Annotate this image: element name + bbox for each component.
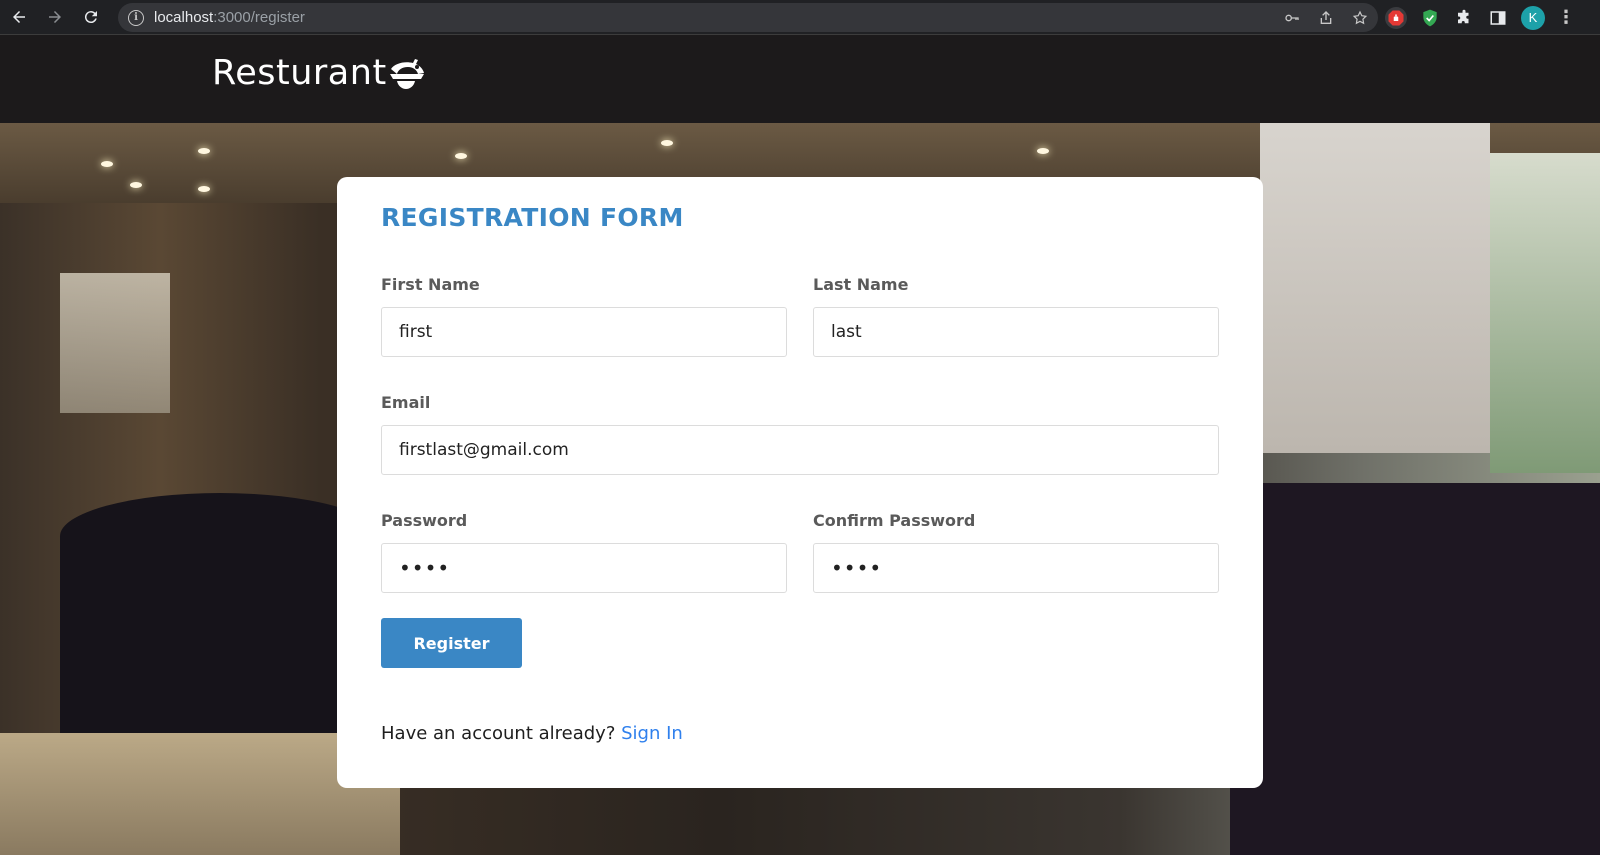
reload-icon bbox=[84, 11, 97, 24]
side-panel-icon[interactable] bbox=[1487, 7, 1509, 29]
registration-card: REGISTRATION FORM First Name first Last … bbox=[337, 177, 1263, 788]
email-label: Email bbox=[381, 393, 431, 412]
url-host: localhost bbox=[154, 9, 214, 26]
first-name-label: First Name bbox=[381, 275, 480, 294]
extension-shield-icon[interactable] bbox=[1419, 7, 1441, 29]
extensions-puzzle-icon[interactable] bbox=[1453, 7, 1475, 29]
form-title: REGISTRATION FORM bbox=[381, 203, 684, 232]
arrow-left-icon bbox=[13, 11, 25, 23]
confirm-password-label: Confirm Password bbox=[813, 511, 976, 530]
register-button[interactable]: Register bbox=[381, 618, 522, 668]
browser-menu-icon[interactable]: ⋮ bbox=[1557, 8, 1575, 27]
email-input[interactable]: firstlast@gmail.com bbox=[381, 425, 1219, 475]
profile-avatar[interactable]: K bbox=[1521, 5, 1545, 30]
key-icon[interactable] bbox=[1284, 10, 1300, 26]
extension-stop-icon[interactable] bbox=[1385, 6, 1407, 29]
share-icon[interactable] bbox=[1318, 10, 1334, 26]
cloche-logo-icon bbox=[389, 59, 424, 89]
url-text: localhost:3000/register bbox=[154, 9, 305, 26]
signin-prompt-row: Have an account already? Sign In bbox=[381, 723, 683, 744]
confirm-password-input[interactable]: •••• bbox=[813, 543, 1219, 593]
reload-button[interactable] bbox=[74, 2, 108, 32]
site-info-icon[interactable]: i bbox=[128, 9, 144, 26]
arrow-right-icon bbox=[49, 11, 61, 23]
password-input[interactable]: •••• bbox=[381, 543, 787, 593]
site-logo[interactable]: Resturant bbox=[212, 53, 427, 93]
last-name-label: Last Name bbox=[813, 275, 909, 294]
bookmark-star-icon[interactable] bbox=[1352, 10, 1368, 26]
url-path: :3000/register bbox=[213, 9, 305, 26]
forward-button[interactable] bbox=[38, 2, 72, 32]
signin-prompt-text: Have an account already? bbox=[381, 723, 616, 744]
browser-toolbar: i localhost:3000/register K ⋮ bbox=[0, 0, 1600, 35]
last-name-input[interactable]: last bbox=[813, 307, 1219, 357]
site-header: Resturant bbox=[0, 35, 1600, 123]
address-bar[interactable]: i localhost:3000/register bbox=[118, 3, 1378, 32]
back-button[interactable] bbox=[2, 2, 36, 32]
signin-link[interactable]: Sign In bbox=[621, 723, 683, 744]
logo-text: Resturant bbox=[212, 53, 387, 93]
first-name-input[interactable]: first bbox=[381, 307, 787, 357]
password-label: Password bbox=[381, 511, 468, 530]
